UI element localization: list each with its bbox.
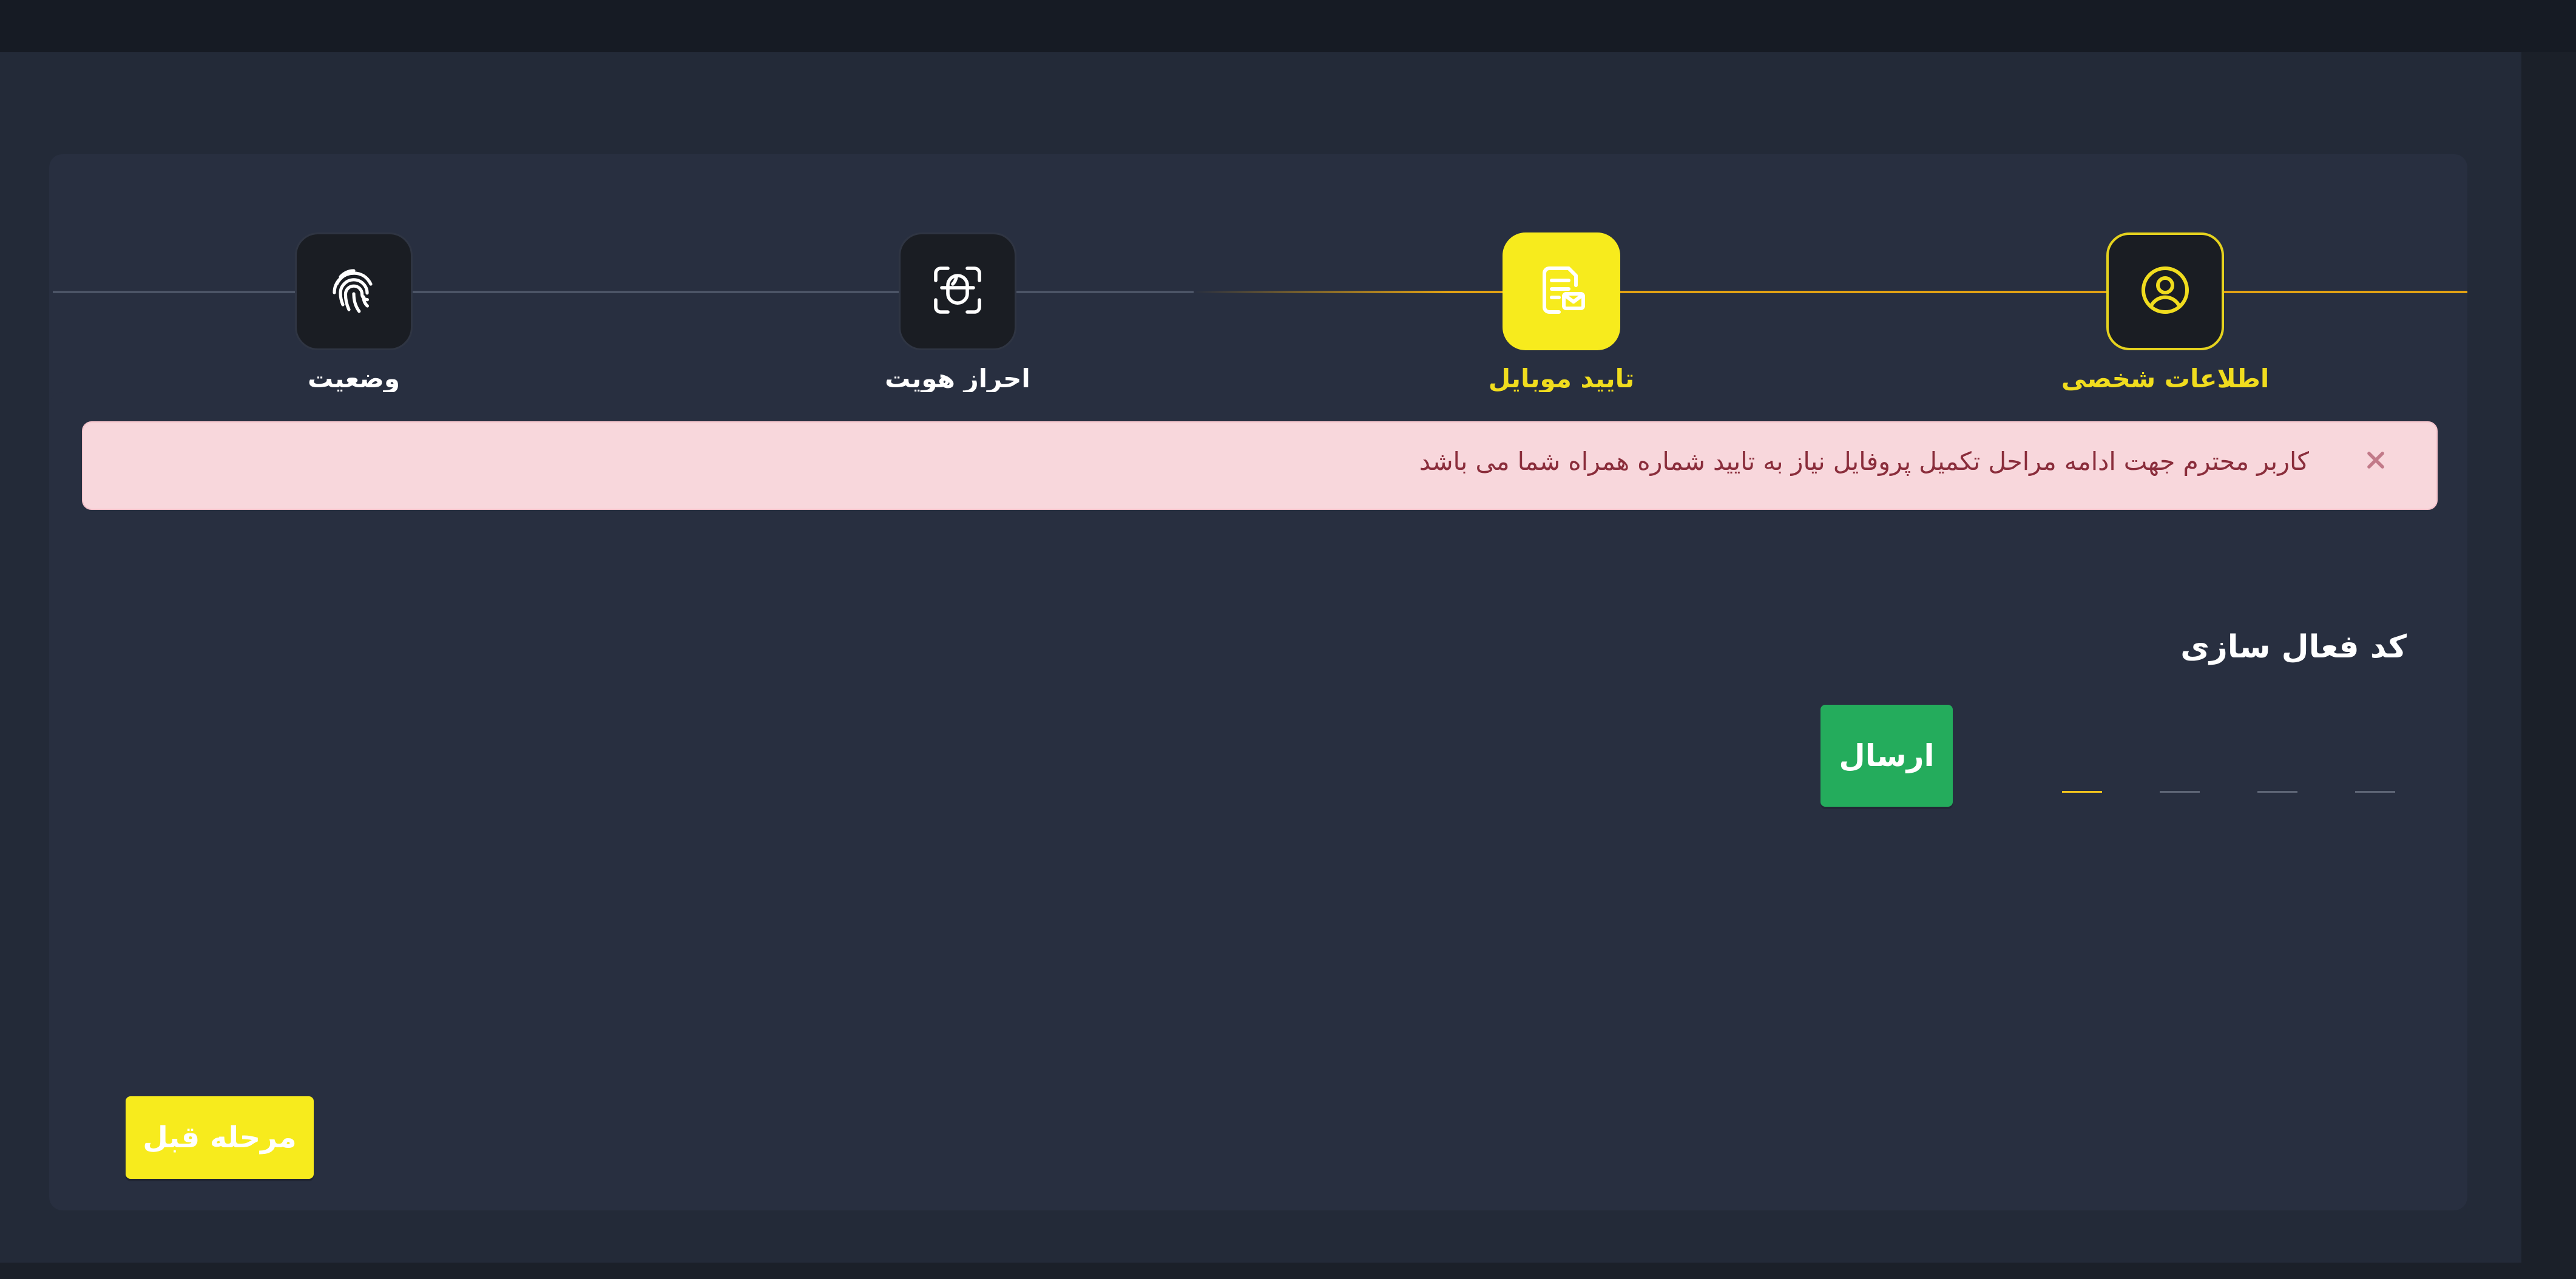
code-digit-3[interactable]	[2160, 768, 2200, 793]
step-mobile-verification[interactable]	[1503, 232, 1620, 350]
user-circle-icon	[2136, 261, 2194, 322]
code-digit-1[interactable]	[2355, 768, 2395, 793]
document-message-icon	[1532, 261, 1591, 322]
previous-step-button[interactable]: مرحله قبل	[126, 1096, 314, 1179]
code-digit-4[interactable]	[2062, 768, 2102, 793]
alert-message: کاربر محترم جهت ادامه مراحل تکمیل پروفای…	[1419, 447, 2309, 476]
step-identity-label: احراز هویت	[885, 364, 1030, 393]
step-mobile-verification-label: تایید موبایل	[1488, 364, 1635, 393]
alert-banner: کاربر محترم جهت ادامه مراحل تکمیل پروفای…	[82, 421, 2438, 510]
main-panel: وضعیت احراز هویت تایید موبایل اطلاعات شخ…	[0, 52, 2521, 1263]
code-digit-2[interactable]	[2257, 768, 2297, 793]
send-code-button[interactable]: ارسال	[1820, 705, 1953, 807]
stepper-line-completed	[1194, 291, 2467, 293]
close-icon[interactable]	[2358, 442, 2394, 478]
step-identity[interactable]	[899, 232, 1016, 350]
top-bar	[0, 0, 2576, 52]
step-status[interactable]	[295, 232, 413, 350]
face-scan-icon	[928, 261, 987, 322]
step-personal-info-label: اطلاعات شخصی	[2061, 364, 2270, 393]
step-personal-info[interactable]	[2106, 232, 2224, 350]
bottom-bar	[0, 1263, 2521, 1279]
fingerprint-icon	[325, 261, 383, 322]
activation-code-title: کد فعال سازی	[2180, 629, 2407, 665]
scrollbar-track[interactable]	[2521, 52, 2576, 1279]
stepper-line-pending	[53, 291, 1194, 293]
content-card: کاربر محترم جهت ادامه مراحل تکمیل پروفای…	[49, 392, 2467, 1210]
step-status-label: وضعیت	[307, 364, 400, 393]
